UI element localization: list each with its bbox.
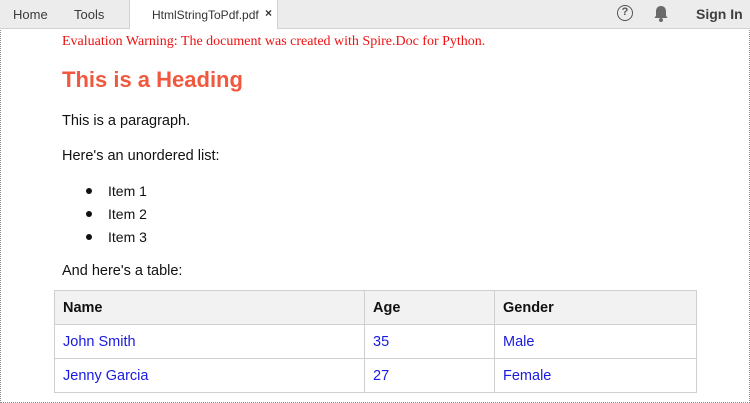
document-heading: This is a Heading bbox=[62, 67, 243, 92]
top-toolbar: Home Tools HtmlStringToPdf.pdf × ? Sign … bbox=[0, 0, 750, 29]
help-icon[interactable]: ? bbox=[617, 5, 633, 21]
table-header-row: Name Age Gender bbox=[54, 290, 697, 325]
list-item: Item 3 bbox=[86, 229, 147, 252]
bullet-icon bbox=[86, 234, 92, 240]
table-cell: 35 bbox=[364, 324, 495, 359]
table-intro-text: And here's a table: bbox=[62, 263, 183, 279]
sign-in-button[interactable]: Sign In bbox=[696, 6, 743, 22]
table-cell: Jenny Garcia bbox=[54, 358, 365, 393]
list-item: Item 1 bbox=[86, 183, 147, 206]
close-icon[interactable]: × bbox=[265, 6, 272, 20]
bullet-icon bbox=[86, 188, 92, 194]
bell-icon[interactable] bbox=[652, 4, 670, 23]
document-tab[interactable]: HtmlStringToPdf.pdf × bbox=[129, 0, 278, 29]
paragraph-text: This is a paragraph. bbox=[62, 113, 191, 129]
list-item: Item 2 bbox=[86, 206, 147, 229]
column-header-name: Name bbox=[54, 290, 365, 325]
list-intro-text: Here's an unordered list: bbox=[62, 148, 220, 164]
evaluation-warning: Evaluation Warning: The document was cre… bbox=[62, 34, 486, 49]
table-cell: John Smith bbox=[54, 324, 365, 359]
menu-home[interactable]: Home bbox=[13, 7, 48, 22]
column-header-age: Age bbox=[364, 290, 495, 325]
column-header-gender: Gender bbox=[494, 290, 697, 325]
list-item-label: Item 3 bbox=[108, 229, 147, 245]
unordered-list: Item 1 Item 2 Item 3 bbox=[86, 183, 147, 252]
table-row: Jenny Garcia 27 Female bbox=[54, 358, 697, 393]
table-cell: Male bbox=[494, 324, 697, 359]
data-table: Name Age Gender John Smith 35 Male Jenny… bbox=[54, 290, 697, 393]
tab-title: HtmlStringToPdf.pdf bbox=[152, 8, 259, 22]
bullet-icon bbox=[86, 211, 92, 217]
table-cell: Female bbox=[494, 358, 697, 393]
list-item-label: Item 1 bbox=[108, 183, 147, 199]
list-item-label: Item 2 bbox=[108, 206, 147, 222]
table-row: John Smith 35 Male bbox=[54, 324, 697, 359]
menu-tools[interactable]: Tools bbox=[74, 7, 104, 22]
table-cell: 27 bbox=[364, 358, 495, 393]
